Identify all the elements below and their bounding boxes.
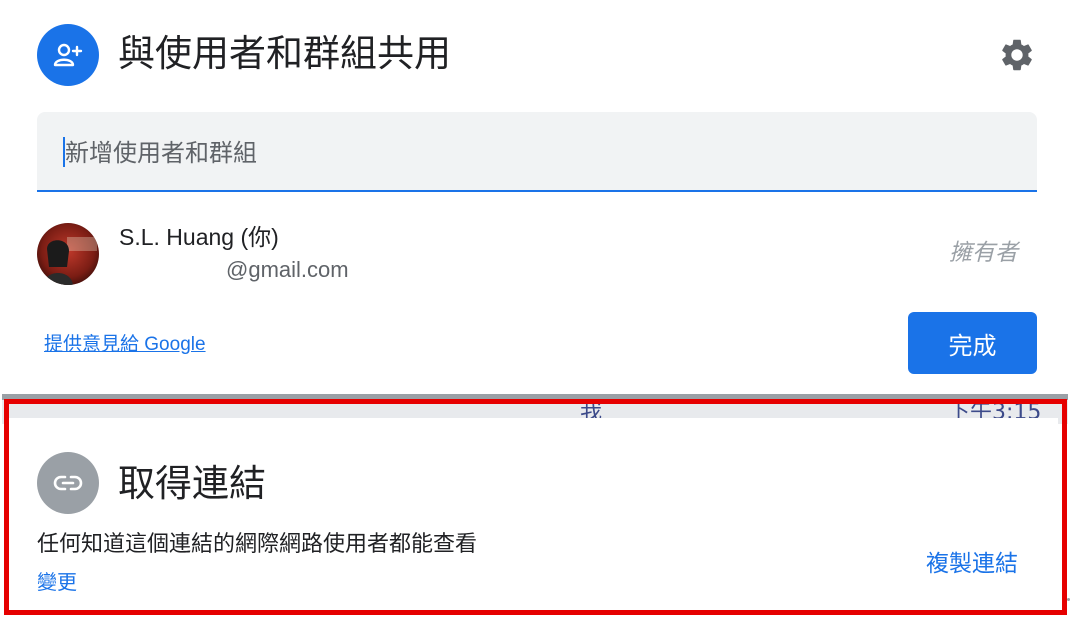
link-access-description: 任何知道這個連結的網際網路使用者都能查看 bbox=[37, 532, 478, 557]
share-dialog-title: 與使用者和群組共用 bbox=[118, 32, 451, 75]
link-icon bbox=[37, 452, 99, 514]
dialog-shadow bbox=[2, 394, 1068, 400]
done-button[interactable]: 完成 bbox=[908, 312, 1037, 374]
copy-link-button[interactable]: 複製連結 bbox=[926, 548, 1018, 580]
get-link-panel bbox=[9, 418, 1058, 609]
gear-icon[interactable] bbox=[996, 34, 1038, 76]
text-cursor bbox=[63, 137, 65, 167]
feedback-link[interactable]: 提供意見給 Google bbox=[44, 332, 206, 358]
get-link-title: 取得連結 bbox=[118, 462, 266, 505]
stray-dot bbox=[1067, 598, 1070, 601]
person-add-icon bbox=[37, 24, 99, 86]
avatar bbox=[37, 223, 99, 285]
add-people-input[interactable] bbox=[63, 130, 1007, 176]
member-role: 擁有者 bbox=[949, 240, 1018, 266]
add-people-field[interactable] bbox=[37, 112, 1037, 192]
screenshot-root: 與使用者和群組共用 S.L. Huang (你) @gmail.com 擁有 bbox=[0, 0, 1073, 622]
member-name: S.L. Huang (你) bbox=[119, 224, 279, 250]
change-access-link[interactable]: 變更 bbox=[37, 568, 77, 596]
member-email: @gmail.com bbox=[226, 257, 349, 282]
